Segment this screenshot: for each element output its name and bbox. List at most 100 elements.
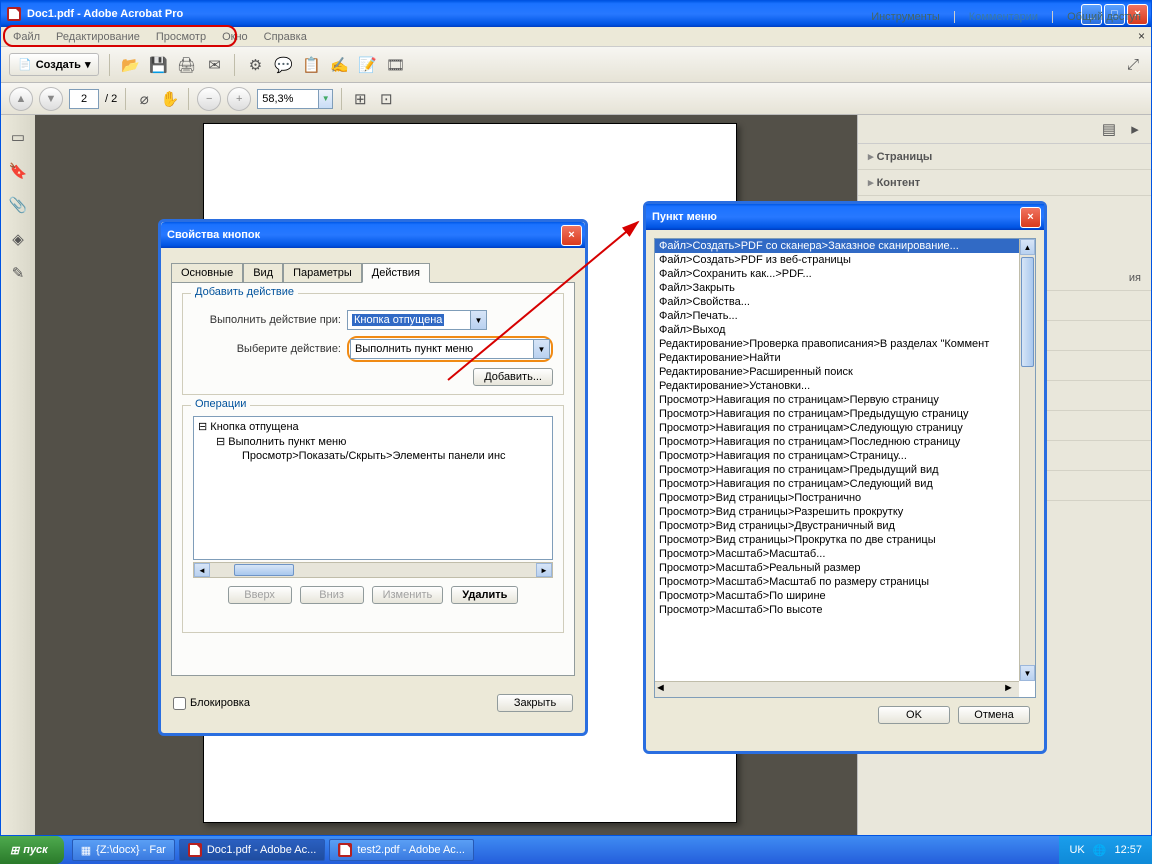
mail-icon[interactable]: ✉ [204,55,224,75]
save-icon[interactable]: 💾 [148,55,168,75]
create-button[interactable]: 📄 Создать ▾ [9,53,99,76]
comment-icon[interactable]: 💬 [273,55,293,75]
list-item[interactable]: Файл>Создать>PDF со сканера>Заказное ска… [655,239,1019,253]
list-item[interactable]: Просмотр>Масштаб>По ширине [655,589,1019,603]
menu-edit[interactable]: Редактирование [48,29,148,45]
list-item[interactable]: Просмотр>Навигация по страницам>Предыдущ… [655,463,1019,477]
tab-tools[interactable]: Инструменты [871,11,940,23]
tab-comments[interactable]: Комментарии [954,11,1038,23]
move-down-button[interactable]: Вниз [300,586,364,604]
select-tool-icon[interactable]: ⌀ [134,89,154,109]
scroll-left-icon[interactable]: ◄ [194,563,210,577]
lock-checkbox-input[interactable] [173,697,186,710]
multimedia-icon[interactable]: 🎞 [385,55,405,75]
tab-share[interactable]: Общий доступ [1052,11,1141,23]
menu-item-listbox[interactable]: Файл>Создать>PDF со сканера>Заказное ска… [654,238,1036,698]
cancel-button[interactable]: Отмена [958,706,1030,724]
sign-icon[interactable]: ✍ [329,55,349,75]
list-item[interactable]: Файл>Выход [655,323,1019,337]
list-item[interactable]: Файл>Закрыть [655,281,1019,295]
list-item[interactable]: Просмотр>Масштаб>Реальный размер [655,561,1019,575]
list-item[interactable]: Файл>Печать... [655,309,1019,323]
panel-menu-icon[interactable]: ▤ [1099,119,1119,139]
list-item[interactable]: Просмотр>Масштаб>Масштаб... [655,547,1019,561]
scroll-thumb[interactable] [1021,257,1034,367]
fit-page-icon[interactable]: ⊡ [376,89,396,109]
list-item[interactable]: Просмотр>Навигация по страницам>Первую с… [655,393,1019,407]
list-item[interactable]: Редактирование>Найти [655,351,1019,365]
listbox-hscroll[interactable]: ◄ ► [655,681,1019,697]
operations-tree[interactable]: ⊟ Кнопка отпущена ⊟ Выполнить пункт меню… [193,416,553,560]
list-item[interactable]: Просмотр>Навигация по страницам>Последню… [655,435,1019,449]
menu-help[interactable]: Справка [256,29,315,45]
menu-window[interactable]: Окно [214,29,256,45]
delete-button[interactable]: Удалить [451,586,518,604]
scroll-up-icon[interactable]: ▲ [1020,239,1035,255]
close-dialog-button[interactable]: Закрыть [497,694,573,712]
list-item[interactable]: Редактирование>Расширенный поиск [655,365,1019,379]
scroll-thumb[interactable] [234,564,294,576]
taskbar-item-far[interactable]: ▦{Z:\docx} - Far [72,839,175,861]
tray-network-icon[interactable]: 🌐 [1093,844,1107,857]
list-item[interactable]: Файл>Создать>PDF из веб-страницы [655,253,1019,267]
list-item[interactable]: Просмотр>Вид страницы>Прокрутка по две с… [655,533,1019,547]
list-item[interactable]: Просмотр>Вид страницы>Разрешить прокрутк… [655,505,1019,519]
form-icon[interactable]: 📝 [357,55,377,75]
menu-file[interactable]: Файл [5,29,48,45]
tray-language[interactable]: UK [1069,844,1084,856]
list-item[interactable]: Просмотр>Вид страницы>Двустраничный вид [655,519,1019,533]
scroll-left-icon[interactable]: ◄ [655,682,671,697]
zoom-dropdown-icon[interactable]: ▼ [319,89,333,109]
edit-button[interactable]: Изменить [372,586,444,604]
zoom-level[interactable]: 58,3% [257,89,319,109]
tab-main[interactable]: Основные [171,263,243,283]
page-up-button[interactable]: ▲ [9,87,33,111]
stamp-icon[interactable]: 📋 [301,55,321,75]
open-icon[interactable]: 📂 [120,55,140,75]
list-item[interactable]: Просмотр>Навигация по страницам>Страницу… [655,449,1019,463]
list-item[interactable]: Просмотр>Масштаб>По высоте [655,603,1019,617]
signatures-icon[interactable]: ✎ [8,263,28,283]
fit-width-icon[interactable]: ⊞ [350,89,370,109]
start-button[interactable]: ⊞ пуск [0,836,64,864]
tab-params[interactable]: Параметры [283,263,362,283]
list-item[interactable]: Просмотр>Навигация по страницам>Следующи… [655,477,1019,491]
dlg2-close-button[interactable]: × [1020,207,1041,228]
expand-icon[interactable]: ⤢ [1123,55,1143,75]
list-item[interactable]: Редактирование>Установки... [655,379,1019,393]
tray-clock[interactable]: 12:57 [1114,844,1142,856]
list-item[interactable]: Файл>Свойства... [655,295,1019,309]
bookmarks-icon[interactable]: 🔖 [8,161,28,181]
list-item[interactable]: Просмотр>Навигация по страницам>Следующу… [655,421,1019,435]
action-combo[interactable]: Выполнить пункт меню ▼ [350,339,550,359]
panel-content[interactable]: Контент [858,170,1151,196]
print-icon[interactable]: 🖨 [176,55,196,75]
scroll-right-icon[interactable]: ► [536,563,552,577]
list-item[interactable]: Просмотр>Вид страницы>Постранично [655,491,1019,505]
thumbnails-icon[interactable]: ▭ [8,127,28,147]
dlg1-close-button[interactable]: × [561,225,582,246]
taskbar-item-doc1[interactable]: Doc1.pdf - Adobe Ac... [179,839,325,861]
move-up-button[interactable]: Вверх [228,586,292,604]
add-action-button[interactable]: Добавить... [473,368,553,386]
operations-hscroll[interactable]: ◄ ► [193,562,553,578]
layers-icon[interactable]: ◈ [8,229,28,249]
zoom-in-button[interactable]: + [227,87,251,111]
page-number-input[interactable] [69,89,99,109]
panel-collapse-icon[interactable]: ▸ [1125,119,1145,139]
attachments-icon[interactable]: 📎 [8,195,28,215]
scroll-down-icon[interactable]: ▼ [1020,665,1035,681]
tab-view[interactable]: Вид [243,263,283,283]
scroll-right-icon[interactable]: ► [1003,682,1019,697]
list-item[interactable]: Файл>Сохранить как...>PDF... [655,267,1019,281]
page-down-button[interactable]: ▼ [39,87,63,111]
list-item[interactable]: Редактирование>Проверка правописания>В р… [655,337,1019,351]
list-item[interactable]: Просмотр>Масштаб>Масштаб по размеру стра… [655,575,1019,589]
lock-checkbox[interactable]: Блокировка [173,697,250,710]
tab-actions[interactable]: Действия [362,263,430,283]
listbox-vscroll[interactable]: ▲ ▼ [1019,239,1035,681]
hand-tool-icon[interactable]: ✋ [160,89,180,109]
menu-view[interactable]: Просмотр [148,29,214,45]
ok-button[interactable]: OK [878,706,950,724]
gear-icon[interactable]: ⚙ [245,55,265,75]
